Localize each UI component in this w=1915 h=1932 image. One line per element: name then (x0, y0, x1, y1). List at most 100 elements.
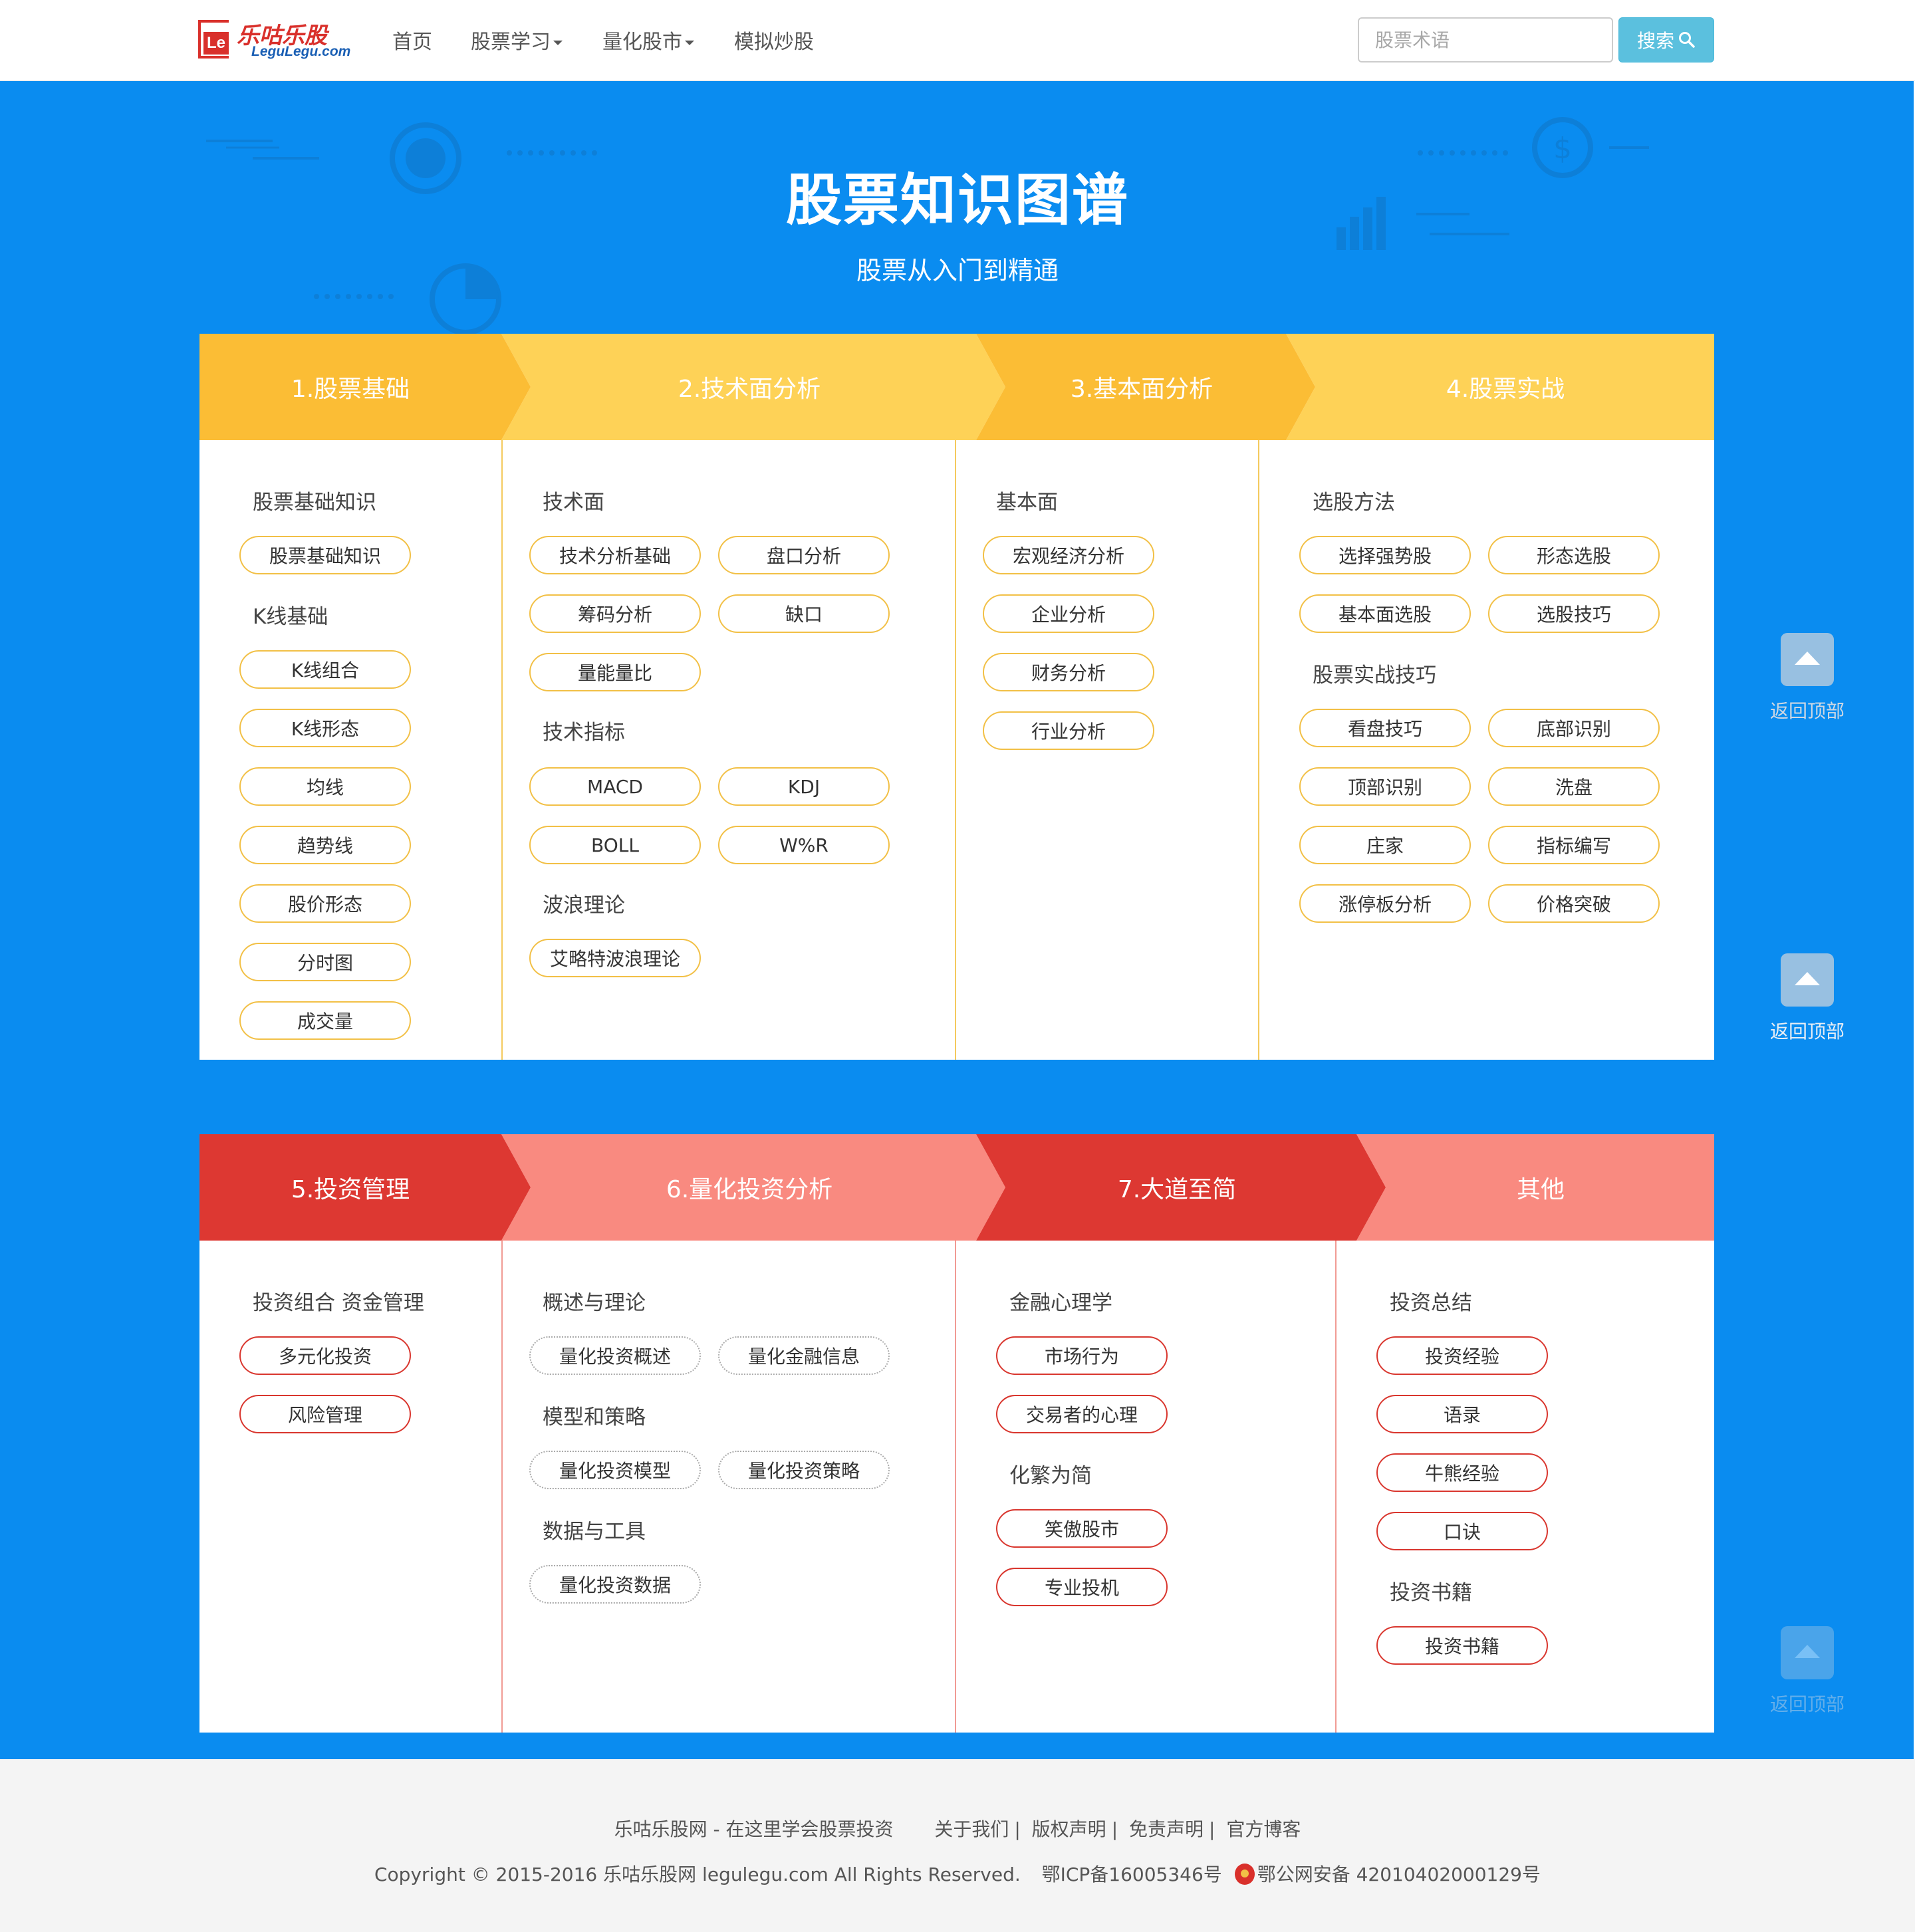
topic-pill[interactable]: 股价形态 (239, 884, 411, 923)
category-label: 股票实战技巧 (1313, 664, 1436, 687)
topic-pill[interactable]: 量化投资数据 (529, 1565, 701, 1604)
topic-pill[interactable]: 趋势线 (239, 826, 411, 864)
category-label: 投资书籍 (1390, 1581, 1472, 1605)
tab-investment-management[interactable]: 5.投资管理 (199, 1134, 501, 1241)
topic-pill[interactable]: 盘口分析 (718, 536, 890, 574)
footer-police-record[interactable]: 鄂公网安备 42010402000129号 (1257, 1864, 1541, 1885)
topic-pill[interactable]: W%R (718, 826, 890, 864)
tab-fundamental-analysis[interactable]: 3.基本面分析 (987, 334, 1297, 440)
topic-pill[interactable]: 交易者的心理 (996, 1395, 1168, 1433)
category-label: 模型和策略 (543, 1405, 646, 1429)
topic-pill[interactable]: 形态选股 (1488, 536, 1660, 574)
column-fundamental-analysis: 基本面 宏观经济分析 企业分析 财务分析 行业分析 (955, 440, 1258, 1060)
topic-pill[interactable]: 投资书籍 (1376, 1626, 1548, 1665)
footer-link-blog[interactable]: 官方博客 (1226, 1818, 1301, 1840)
topic-pill[interactable]: 投资经验 (1376, 1336, 1548, 1375)
tab-stock-basics[interactable]: 1.股票基础 (199, 334, 501, 440)
tab-other[interactable]: 其他 (1367, 1134, 1714, 1241)
back-to-top-label: 返回顶部 (1769, 700, 1845, 722)
back-to-top-button[interactable]: 返回顶部 (1770, 1626, 1845, 1715)
topic-pill[interactable]: 企业分析 (983, 594, 1154, 633)
topic-pill[interactable]: 市场行为 (996, 1336, 1168, 1375)
back-to-top-button[interactable]: 返回顶部 (1770, 633, 1845, 722)
topic-pill[interactable]: 量化投资概述 (529, 1336, 701, 1375)
topic-pill[interactable]: 风险管理 (239, 1395, 411, 1433)
police-badge-icon (1234, 1864, 1255, 1885)
topic-pill[interactable]: 筹码分析 (529, 594, 701, 633)
category-label: 技术面 (543, 491, 604, 515)
footer-icp[interactable]: 鄂ICP备16005346号 (1042, 1864, 1222, 1885)
category-label: 概述与理论 (543, 1291, 646, 1315)
topic-pill[interactable]: 涨停板分析 (1299, 884, 1471, 923)
top-navbar: Le 乐咕乐股 LeguLegu.com 首页 股票学习 量化股市 模拟炒股 搜… (0, 0, 1915, 81)
topic-pill[interactable]: 成交量 (239, 1001, 411, 1040)
footer-site-name: 乐咕乐股网 - 在这里学会股票投资 (614, 1818, 894, 1840)
tab-technical-analysis[interactable]: 2.技术面分析 (512, 334, 987, 440)
topic-pill[interactable]: 选股技巧 (1488, 594, 1660, 633)
topic-pill[interactable]: 分时图 (239, 943, 411, 981)
topic-pill[interactable]: 价格突破 (1488, 884, 1660, 923)
topic-pill[interactable]: 笑傲股市 (996, 1509, 1168, 1548)
topic-pill[interactable]: 指标编写 (1488, 826, 1660, 864)
arrow-up-icon (1781, 1626, 1834, 1679)
knowledge-section-1: 1.股票基础 2.技术面分析 3.基本面分析 4.股票实战 股票基础知识 股票基… (199, 334, 1714, 1060)
nav-simulated-trading[interactable]: 模拟炒股 (734, 25, 814, 55)
nav-home[interactable]: 首页 (392, 25, 432, 55)
topic-pill[interactable]: 专业投机 (996, 1568, 1168, 1606)
topic-pill[interactable]: 宏观经济分析 (983, 536, 1154, 574)
topic-pill[interactable]: 财务分析 (983, 653, 1154, 691)
hero-section: $ 股票知识图谱 股票从入门到精通 1.股票基础 2.技术面分析 3.基本面分析… (0, 81, 1915, 1759)
tab-quant-investment[interactable]: 6.量化投资分析 (512, 1134, 987, 1241)
nav-stock-learning[interactable]: 股票学习 (471, 25, 563, 55)
topic-pill[interactable]: 量化投资模型 (529, 1451, 701, 1489)
search-button[interactable]: 搜索 (1618, 17, 1714, 62)
back-to-top-button[interactable]: 返回顶部 (1770, 953, 1845, 1042)
topic-pill[interactable]: 顶部识别 (1299, 767, 1471, 806)
topic-pill[interactable]: 均线 (239, 767, 411, 806)
topic-pill[interactable]: 技术分析基础 (529, 536, 701, 574)
logo-mark: Le (198, 20, 229, 59)
topic-pill[interactable]: 股票基础知识 (239, 536, 411, 574)
category-label: 化繁为简 (1009, 1464, 1092, 1488)
topic-pill[interactable]: 底部识别 (1488, 709, 1660, 747)
topic-pill[interactable]: BOLL (529, 826, 701, 864)
footer-link-about[interactable]: 关于我们 (934, 1818, 1009, 1840)
footer-link-disclaimer[interactable]: 免责声明 (1129, 1818, 1204, 1840)
topic-pill[interactable]: 洗盘 (1488, 767, 1660, 806)
topic-pill[interactable]: 行业分析 (983, 711, 1154, 750)
topic-pill[interactable]: 语录 (1376, 1395, 1548, 1433)
category-label: 股票基础知识 (253, 491, 376, 515)
topic-pill[interactable]: 量化投资策略 (718, 1451, 890, 1489)
topic-pill[interactable]: 量化金融信息 (718, 1336, 890, 1375)
back-to-top-label: 返回顶部 (1769, 1021, 1845, 1042)
site-logo[interactable]: Le 乐咕乐股 LeguLegu.com (198, 17, 358, 60)
topic-pill[interactable]: 口诀 (1376, 1512, 1548, 1550)
nav-quant-market[interactable]: 量化股市 (602, 25, 694, 55)
category-label: 金融心理学 (1009, 1291, 1112, 1315)
topic-pill[interactable]: 多元化投资 (239, 1336, 411, 1375)
column-investment-management: 投资组合 资金管理 多元化投资 风险管理 (199, 1241, 501, 1733)
topic-pill[interactable]: 牛熊经验 (1376, 1453, 1548, 1492)
category-label: 基本面 (996, 491, 1058, 515)
topic-pill[interactable]: 庄家 (1299, 826, 1471, 864)
arrow-up-icon (1781, 633, 1834, 686)
search-input[interactable] (1358, 17, 1613, 62)
topic-pill[interactable]: K线组合 (239, 650, 411, 689)
topic-pill[interactable]: 看盘技巧 (1299, 709, 1471, 747)
topic-pill[interactable]: 量能量比 (529, 653, 701, 691)
tab-simplicity[interactable]: 7.大道至简 (987, 1134, 1367, 1241)
page-title: 股票知识图谱 (785, 168, 1129, 233)
topic-pill[interactable]: 缺口 (718, 594, 890, 633)
caret-down-icon (685, 41, 694, 45)
topic-pill[interactable]: K线形态 (239, 709, 411, 747)
back-to-top-label: 返回顶部 (1769, 1693, 1845, 1715)
footer-copyright: Copyright © 2015-2016 乐咕乐股网 legulegu.com… (374, 1864, 1021, 1885)
footer-link-copyright[interactable]: 版权声明 (1032, 1818, 1106, 1840)
topic-pill[interactable]: 艾略特波浪理论 (529, 939, 701, 977)
tab-stock-practice[interactable]: 4.股票实战 (1297, 334, 1714, 440)
topic-pill[interactable]: 基本面选股 (1299, 594, 1471, 633)
topic-pill[interactable]: 选择强势股 (1299, 536, 1471, 574)
topic-pill[interactable]: KDJ (718, 767, 890, 806)
topic-pill[interactable]: MACD (529, 767, 701, 806)
logo-domain: LeguLegu.com (251, 44, 351, 59)
